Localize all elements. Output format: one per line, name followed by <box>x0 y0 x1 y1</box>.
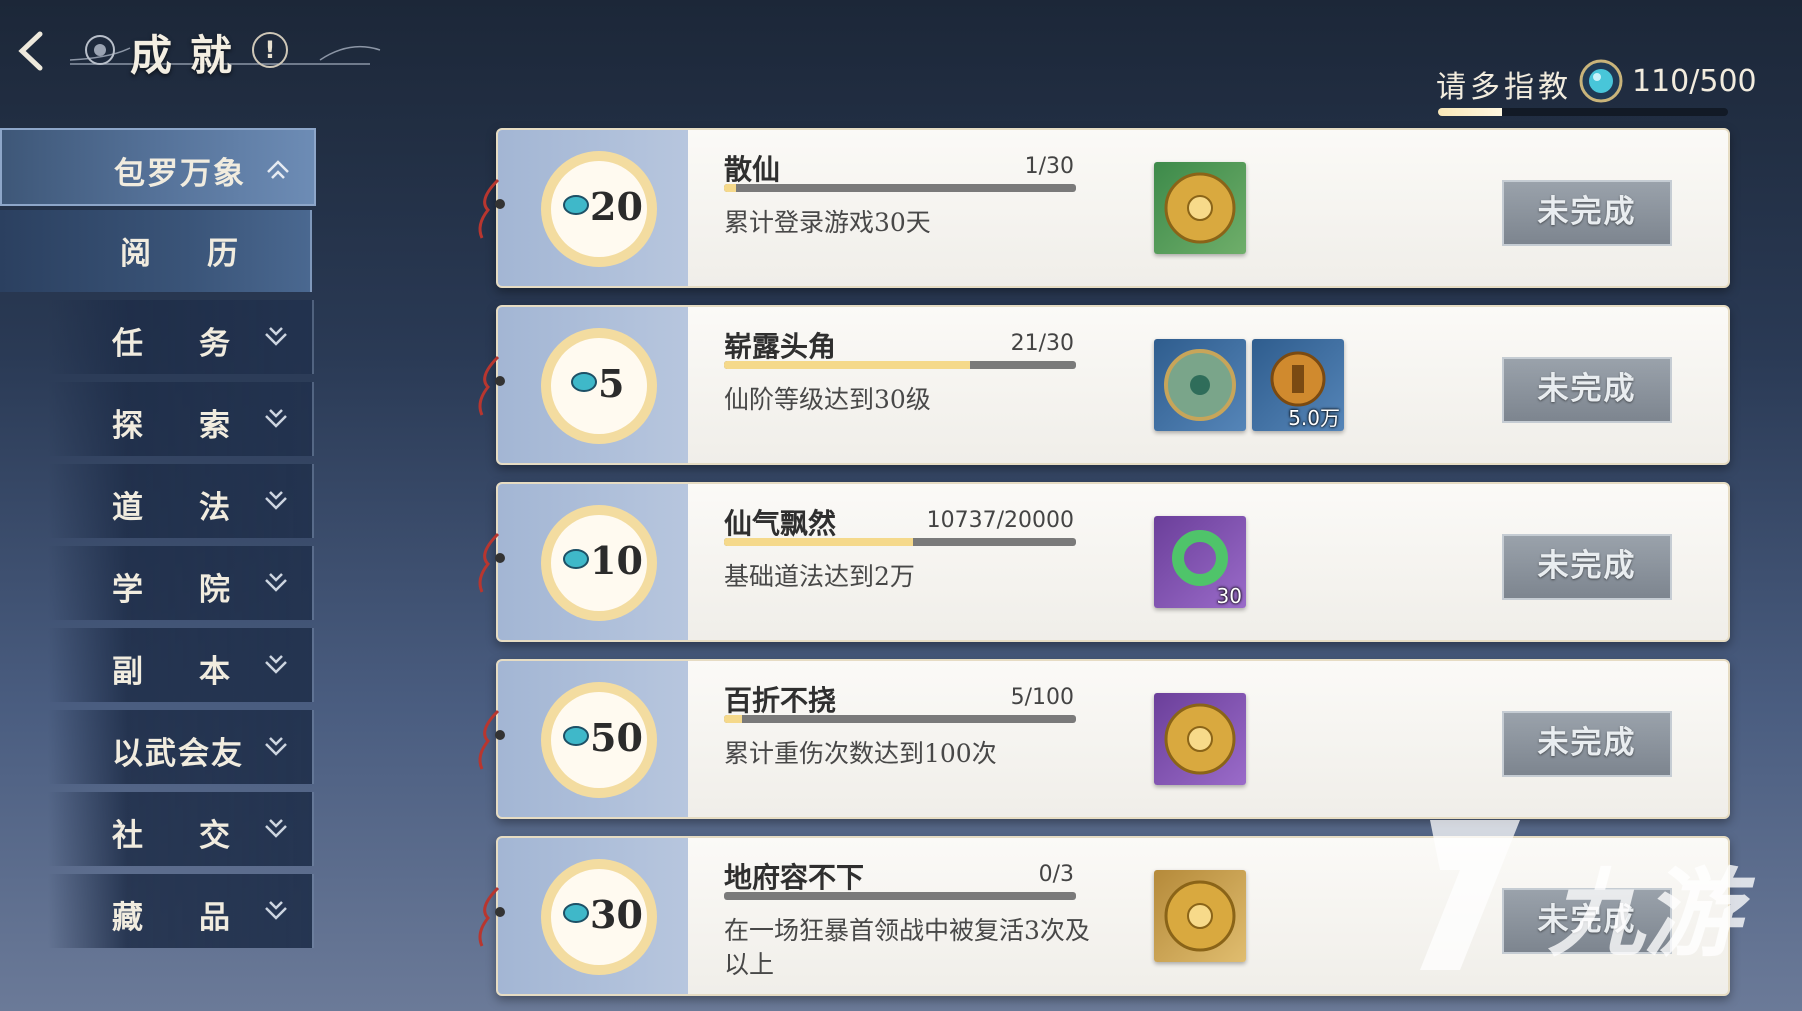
achievement-progress-bar <box>724 184 1076 192</box>
sidebar-item-label: 包罗万象 <box>114 156 246 192</box>
sidebar-item-label: 社交 <box>112 818 286 854</box>
points-value: 10 <box>590 538 643 583</box>
ribbon-icon <box>478 532 505 593</box>
rank-progress: 请多指教 110/500 <box>1430 59 1757 120</box>
achievement-description: 仙阶等级达到30级 <box>724 385 931 414</box>
sidebar-item-label: 道法 <box>112 490 286 526</box>
sidebar-item-collection[interactable]: 藏品 <box>48 874 314 948</box>
9game-logo-icon <box>1420 820 1520 970</box>
achievement-description: 累计登录游戏30天 <box>724 208 931 237</box>
sidebar-subitem-experience[interactable]: 阅历 <box>0 210 312 292</box>
points-value: 5 <box>598 361 625 406</box>
achievement-progress-fill <box>724 361 971 369</box>
sidebar-item-label: 藏品 <box>112 900 286 936</box>
page-title: 成就 <box>130 31 251 80</box>
sidebar-item-academy[interactable]: 学院 <box>48 546 314 620</box>
reward-jade-disc-icon[interactable] <box>1154 339 1246 431</box>
rank-progress-bar <box>1438 108 1728 116</box>
reward-golden-disc-icon[interactable] <box>1154 162 1246 254</box>
achievement-name: 仙气飘然 <box>724 507 837 540</box>
gem-icon <box>563 903 589 923</box>
info-icon[interactable]: ! <box>252 32 288 68</box>
back-arrow-icon[interactable] <box>10 28 56 74</box>
sidebar-item-label: 探索 <box>112 408 286 444</box>
reward-jade-ring-icon[interactable]: 30 <box>1154 516 1246 608</box>
points-value: 20 <box>590 184 643 229</box>
watermark-text: 九游 <box>1548 858 1740 970</box>
achievement-progress-text: 0/3 <box>1038 862 1074 887</box>
sidebar-item-label: 副本 <box>112 654 286 690</box>
achievement-progress-bar <box>724 715 1076 723</box>
chevron-down-icon <box>265 491 287 510</box>
chevron-down-icon <box>265 409 287 428</box>
reward-golden-disc-icon[interactable] <box>1154 693 1246 785</box>
achievement-progress-text: 5/100 <box>1010 685 1074 710</box>
chevron-down-icon <box>265 901 287 920</box>
sidebar-item-dao[interactable]: 道法 <box>48 464 314 538</box>
ribbon-icon <box>478 355 505 416</box>
reward-count: 5.0万 <box>1288 406 1340 430</box>
sidebar-item-label: 以武会友 <box>112 736 244 772</box>
sidebar-item-label: 任务 <box>112 326 286 362</box>
achievement-card: 20 散仙 1/30 累计登录游戏30天 未完成 <box>478 128 1730 288</box>
sidebar-item-dungeon[interactable]: 副本 <box>48 628 314 702</box>
chevron-down-icon <box>265 737 287 756</box>
achievement-progress-bar <box>724 892 1076 900</box>
gem-icon <box>563 195 589 215</box>
achievement-progress-text: 21/30 <box>1010 331 1074 356</box>
sidebar-item-tasks[interactable]: 任务 <box>48 300 314 374</box>
sidebar-item-pvp[interactable]: 以武会友 <box>48 710 314 784</box>
sidebar-item-explore[interactable]: 探索 <box>48 382 314 456</box>
points-value: 30 <box>590 892 643 937</box>
achievement-progress-bar <box>724 361 1076 369</box>
achievement-name: 地府容不下 <box>724 861 865 894</box>
ribbon-icon <box>478 709 505 770</box>
status-button[interactable]: 未完成 <box>1502 711 1672 777</box>
achievement-name: 散仙 <box>724 153 781 186</box>
achievement-description: 基础道法达到2万 <box>724 562 915 591</box>
chevron-down-icon <box>265 573 287 592</box>
chevron-up-icon <box>267 160 289 179</box>
gem-icon <box>563 549 589 569</box>
ribbon-icon <box>478 178 505 239</box>
achievement-progress-bar <box>724 538 1076 546</box>
achievement-card: 5 崭露头角 21/30 仙阶等级达到30级 5.0万 未完成 <box>478 305 1730 465</box>
chevron-down-icon <box>265 655 287 674</box>
achievement-progress-fill <box>724 538 914 546</box>
achievement-card: 10 仙气飘然 10737/20000 基础道法达到2万 30 未完成 <box>478 482 1730 642</box>
rank-value: 110/500 <box>1632 64 1757 99</box>
achievement-card: 50 百折不挠 5/100 累计重伤次数达到100次 未完成 <box>478 659 1730 819</box>
watermark: 九游 <box>1400 800 1770 990</box>
rank-title: 请多指教 <box>1436 70 1572 105</box>
status-button[interactable]: 未完成 <box>1502 357 1672 423</box>
achievement-description: 累计重伤次数达到100次 <box>724 739 997 768</box>
chevron-down-icon <box>265 327 287 346</box>
achievement-progress-text: 10737/20000 <box>926 508 1074 533</box>
sidebar-item-social[interactable]: 社交 <box>48 792 314 866</box>
achievement-description: 在一场狂暴首领战中被复活3次及以上 <box>724 916 1090 979</box>
achievement-progress-fill <box>724 184 736 192</box>
sidebar-item-all[interactable]: 包罗万象 <box>0 128 316 206</box>
rank-progress-fill <box>1438 108 1502 116</box>
status-button[interactable]: 未完成 <box>1502 180 1672 246</box>
points-value: 50 <box>590 715 643 760</box>
gem-icon <box>563 726 589 746</box>
achievement-name: 崭露头角 <box>724 330 837 363</box>
achievement-name: 百折不挠 <box>724 684 837 717</box>
status-button[interactable]: 未完成 <box>1502 534 1672 600</box>
chevron-down-icon <box>265 819 287 838</box>
achievement-progress-fill <box>724 715 742 723</box>
gem-icon <box>571 372 597 392</box>
sidebar-item-label: 学院 <box>112 572 286 608</box>
header: 成就 ! <box>0 0 420 90</box>
gem-icon <box>1579 59 1623 103</box>
reward-coin-icon[interactable]: 5.0万 <box>1252 339 1344 431</box>
ribbon-icon <box>478 886 505 947</box>
reward-count: 30 <box>1216 584 1242 608</box>
achievement-progress-text: 1/30 <box>1024 154 1074 179</box>
reward-golden-disc-icon[interactable] <box>1154 870 1246 962</box>
sidebar-item-label: 阅历 <box>120 236 294 272</box>
